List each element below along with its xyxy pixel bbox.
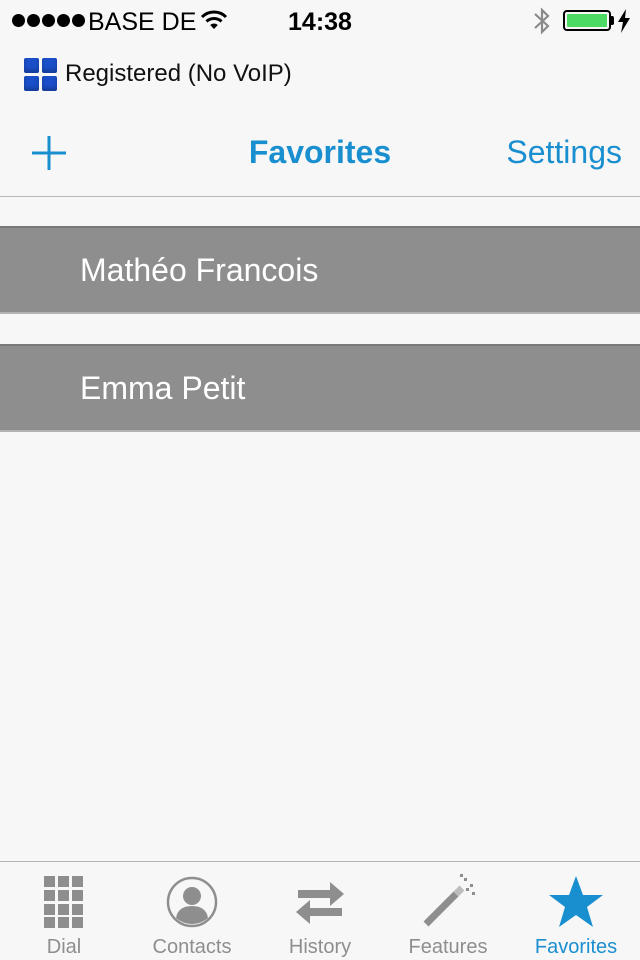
favorite-contact-name: Emma Petit [80, 369, 246, 406]
nav-divider [0, 196, 640, 197]
settings-button[interactable]: Settings [506, 134, 622, 171]
tab-label: Dial [46, 936, 82, 958]
contact-silhouette-icon [162, 872, 222, 932]
swap-arrows-icon [290, 872, 350, 932]
battery-nub [611, 16, 614, 25]
registration-status: Registered (No VoIP) [24, 57, 292, 91]
tab-bar: Dial Contacts History Features Favorites [0, 861, 640, 960]
battery-icon [563, 10, 611, 31]
favorite-contact-row[interactable]: Emma Petit [0, 344, 640, 432]
tab-contacts[interactable]: Contacts [128, 862, 256, 960]
tab-label: History [288, 936, 352, 958]
tab-label: Favorites [534, 936, 618, 958]
favorite-contact-name: Mathéo Francois [80, 251, 319, 288]
keypad-icon [34, 872, 94, 932]
charging-bolt-icon [617, 9, 631, 38]
tab-features[interactable]: Features [384, 862, 512, 960]
registration-status-text: Registered (No VoIP) [65, 60, 292, 87]
favorite-contact-row[interactable]: Mathéo Francois [0, 226, 640, 314]
star-icon [546, 872, 606, 932]
status-bar: BASE DE 14:38 [0, 0, 640, 42]
favorites-list: Mathéo Francois Emma Petit [0, 226, 640, 432]
tab-dial[interactable]: Dial [0, 862, 128, 960]
tab-favorites[interactable]: Favorites [512, 862, 640, 960]
tab-label: Features [408, 936, 488, 958]
magic-wand-icon [418, 872, 478, 932]
navigation-bar: Favorites Settings [0, 110, 640, 196]
phone-screen: BASE DE 14:38 Registered (No VoIP) Favor… [0, 0, 640, 960]
tab-label: Contacts [152, 936, 232, 958]
registration-grid-icon [24, 57, 57, 91]
tab-history[interactable]: History [256, 862, 384, 960]
bluetooth-icon [532, 6, 552, 41]
